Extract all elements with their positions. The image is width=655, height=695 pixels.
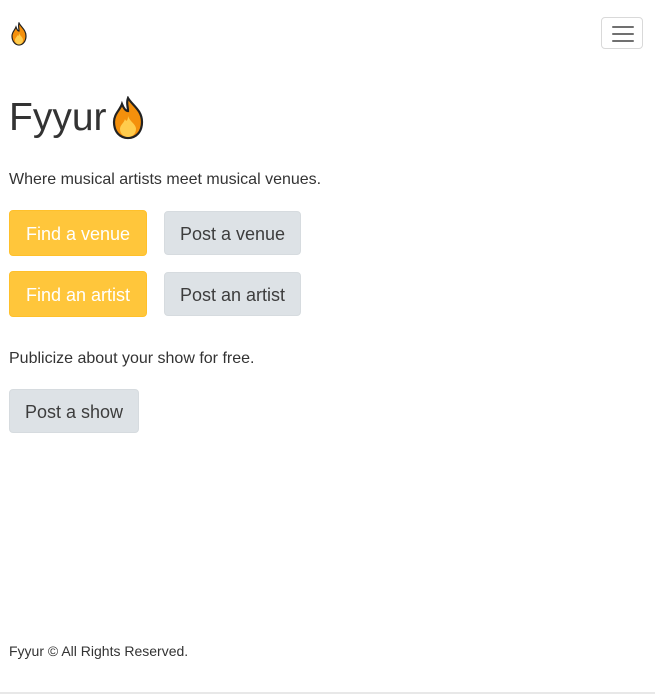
bottom-divider: [0, 692, 655, 694]
navbar: [0, 0, 655, 68]
fire-icon[interactable]: [9, 21, 29, 46]
hamburger-menu-icon: [612, 40, 634, 42]
post-artist-button[interactable]: Post an artist: [164, 272, 301, 316]
find-artist-button[interactable]: Find an artist: [9, 271, 147, 317]
fire-icon: [110, 95, 146, 140]
hamburger-menu-icon: [612, 26, 634, 28]
find-venue-button[interactable]: Find a venue: [9, 210, 147, 256]
title-row: Fyyur: [9, 90, 629, 150]
footer-text: Fyyur © All Rights Reserved.: [9, 643, 189, 659]
publicize-text: Publicize about your show for free.: [9, 350, 255, 367]
post-show-button[interactable]: Post a show: [9, 389, 139, 433]
hamburger-menu-icon: [612, 33, 634, 35]
post-venue-button[interactable]: Post a venue: [164, 211, 301, 255]
main-content: Fyyur Where musical artists meet musical…: [9, 90, 629, 433]
tagline: Where musical artists meet musical venue…: [9, 171, 322, 188]
navbar-toggle-button[interactable]: [601, 17, 643, 49]
page-title: Fyyur: [9, 96, 107, 139]
